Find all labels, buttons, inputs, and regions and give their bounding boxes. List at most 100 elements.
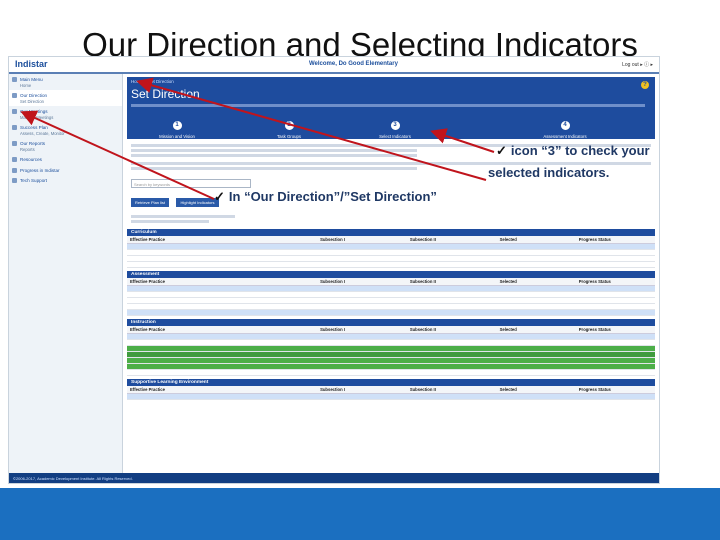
col-progress: Progress Status [578,387,611,392]
sidebar-item-sub: Set Direction [20,98,44,104]
step-nav: 1 Mission and Vision 2 Task Groups 3 Select… [127,113,655,139]
sidebar-item-label: Our Meetings [20,109,48,114]
table-row[interactable] [127,370,655,376]
step-2[interactable]: 2 Task Groups [249,113,329,139]
slide: Our Direction and Selecting Indicators I… [0,0,720,540]
plan-icon [12,125,17,130]
section-header: Assessment [127,271,655,278]
sidebar-item-our-reports[interactable]: Our Reports Reports [9,138,122,154]
sidebar-item-label: Tech Support [20,178,48,183]
sidebar-item-sub: Home [20,82,32,88]
screenshot: Indistar Welcome, Do Good Elementary Log… [8,56,660,484]
resources-icon [12,157,17,162]
instruction-line [131,154,417,157]
callout-direction: ✓ In “Our Direction”/”Set Direction” [214,189,437,205]
step-number: 4 [560,121,570,130]
sidebar-item-our-direction[interactable]: Our Direction Set Direction [9,90,122,106]
col-selected: Selected [499,327,517,332]
help-icon[interactable]: ? [641,81,649,89]
welcome-text: Welcome, Do Good Elementary [309,61,398,67]
col-progress: Progress Status [578,279,611,284]
col-sub1: Subsection I [320,237,345,242]
sidebar-item-our-meetings[interactable]: Our Meetings Manage Meetings [9,106,122,122]
col-sub2: Subsection II [409,327,436,332]
footer-text: ©2006-2017, Academic Development Institu… [13,476,133,481]
col-sub1: Subsection I [320,279,345,284]
table-header: Effective Practice Subsection I Subsecti… [127,236,655,244]
table-row[interactable] [127,262,655,268]
instruction-line [131,149,417,152]
main-content: Home » Set Direction Set Direction ? 1 Mi… [127,77,655,483]
retrieve-plan-button[interactable]: Retrieve Plan list [131,198,170,207]
col-selected: Selected [499,237,517,242]
app-footer: ©2006-2017, Academic Development Institu… [9,473,659,483]
step-3[interactable]: 3 Select Indicators [355,113,435,139]
logo-text: Indistar [15,59,48,69]
checkmark-icon: ✓ [214,189,225,204]
col-sub2: Subsection II [409,387,436,392]
search-input[interactable]: Search by keywords [131,179,251,188]
section-header: Curriculum [127,229,655,236]
support-icon [12,178,17,183]
sidebar-item-progress[interactable]: Progress in Indistar [9,165,122,176]
col-sub2: Subsection II [409,279,436,284]
app-logo[interactable]: Indistar [15,59,48,69]
section-header: Supportive Learning Environment [127,379,655,386]
page-title: Set Direction [131,87,200,101]
col-progress: Progress Status [578,327,611,332]
sidebar-item-main-menu[interactable]: Main Menu Home [9,74,122,90]
step-4[interactable]: 4 Assessment Indicators [525,113,605,139]
sidebar-item-resources[interactable]: Resources [9,154,122,165]
step-1[interactable]: 1 Mission and Vision [137,113,217,139]
callout-icon3-line2: selected indicators. [488,165,610,180]
sidebar-item-label: Progress in Indistar [20,167,60,173]
table-row[interactable] [127,394,655,400]
reports-icon [12,141,17,146]
step-label: Task Groups [276,134,302,139]
col-progress: Progress Status [578,237,611,242]
direction-panel: Home » Set Direction Set Direction ? 1 Mi… [127,77,655,139]
table-row[interactable] [127,310,655,316]
col-practice: Effective Practice [130,327,165,332]
callout-direction-text: In “Our Direction”/”Set Direction” [228,189,437,204]
col-sub1: Subsection I [320,387,345,392]
step-number: 3 [390,121,400,130]
step-label: Mission and Vision [159,134,195,139]
filter-line [131,215,235,218]
col-practice: Effective Practice [130,387,165,392]
step-label: Select Indicators [379,134,411,139]
instruction-line [131,167,417,170]
breadcrumb[interactable]: Home » Set Direction [131,79,174,84]
col-selected: Selected [499,279,517,284]
home-icon [12,77,17,82]
sidebar-item-success-plan[interactable]: Success Plan Assess, Create, Monitor [9,122,122,138]
checkmark-icon: ✓ [496,143,507,158]
step-number: 1 [172,121,182,130]
col-selected: Selected [499,387,517,392]
top-links[interactable]: Log out ▸ ⓘ ▸ [622,61,653,68]
progress-icon [12,167,17,173]
col-sub2: Subsection II [409,237,436,242]
sidebar: Main Menu Home Our Direction Set Direction… [9,74,123,483]
direction-icon [12,93,17,98]
callout-icon3-line1: icon “3” to check your [510,143,650,158]
filter-line [131,220,209,223]
sidebar-item-tech-support[interactable]: Tech Support [9,175,122,186]
sidebar-item-label: Our Direction [20,93,48,98]
filter-lines [127,212,655,226]
meetings-icon [12,109,17,114]
sidebar-item-label: Our Reports [20,141,46,146]
sidebar-item-sub: Reports [20,146,35,152]
section-header: Instruction [127,319,655,326]
step-label: Assessment Indicators [543,134,587,139]
panel-description [131,104,645,107]
top-bar: Indistar Welcome, Do Good Elementary Log… [9,57,659,74]
table-header: Effective Practice Subsection I Subsecti… [127,386,655,394]
highlight-indicators-button[interactable]: Highlight Indicators [176,198,219,207]
table-header: Effective Practice Subsection I Subsecti… [127,278,655,286]
sidebar-item-label: Main Menu [20,77,43,82]
table-header: Effective Practice Subsection I Subsecti… [127,326,655,334]
sidebar-item-label: Success Plan [20,125,48,130]
sidebar-item-label: Resources [20,157,42,162]
col-practice: Effective Practice [130,279,165,284]
